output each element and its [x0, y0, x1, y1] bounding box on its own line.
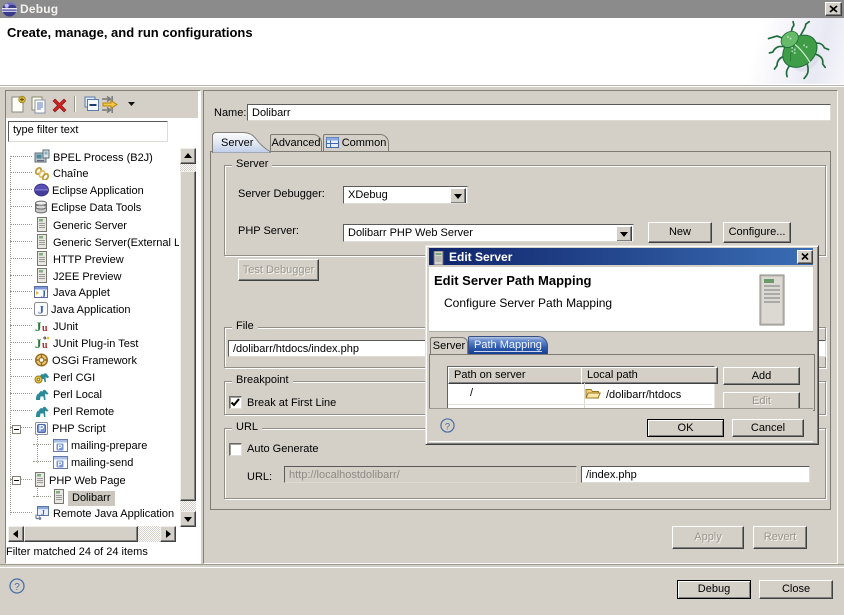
svg-text:?: ?: [445, 421, 450, 431]
svg-text:J: J: [38, 303, 44, 317]
svg-text:P: P: [39, 424, 45, 433]
svg-text:u: u: [42, 323, 48, 333]
svg-text:J: J: [35, 336, 42, 350]
svg-text:P: P: [58, 462, 63, 469]
svg-text:J: J: [35, 319, 42, 333]
svg-text:?: ?: [14, 582, 20, 593]
svg-text:J: J: [41, 290, 46, 300]
svg-text:P: P: [58, 445, 63, 452]
svg-text:J: J: [41, 509, 45, 517]
svg-text:u: u: [42, 340, 48, 350]
